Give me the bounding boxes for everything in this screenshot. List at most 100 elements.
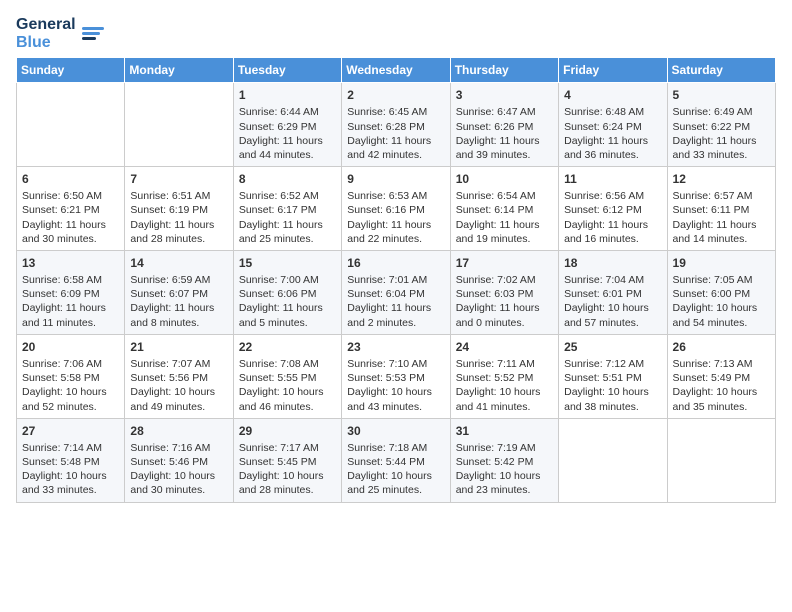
sunset-text: Sunset: 6:22 PM [673,120,770,134]
sunrise-text: Sunrise: 7:18 AM [347,441,444,455]
calendar-cell: 3Sunrise: 6:47 AMSunset: 6:26 PMDaylight… [450,83,558,167]
calendar-day-header: Sunday [17,58,125,83]
daylight-text: Daylight: 11 hours and 2 minutes. [347,301,444,329]
sunset-text: Sunset: 5:58 PM [22,371,119,385]
sunrise-text: Sunrise: 7:17 AM [239,441,336,455]
daylight-text: Daylight: 11 hours and 8 minutes. [130,301,227,329]
calendar-cell: 22Sunrise: 7:08 AMSunset: 5:55 PMDayligh… [233,334,341,418]
daylight-text: Daylight: 11 hours and 22 minutes. [347,218,444,246]
sunset-text: Sunset: 5:55 PM [239,371,336,385]
calendar-cell: 12Sunrise: 6:57 AMSunset: 6:11 PMDayligh… [667,167,775,251]
calendar-cell: 25Sunrise: 7:12 AMSunset: 5:51 PMDayligh… [559,334,667,418]
calendar-cell: 30Sunrise: 7:18 AMSunset: 5:44 PMDayligh… [342,418,450,502]
day-number: 15 [239,255,336,271]
calendar-cell: 23Sunrise: 7:10 AMSunset: 5:53 PMDayligh… [342,334,450,418]
daylight-text: Daylight: 10 hours and 46 minutes. [239,385,336,413]
sunset-text: Sunset: 6:03 PM [456,287,553,301]
sunrise-text: Sunrise: 6:47 AM [456,105,553,119]
daylight-text: Daylight: 10 hours and 43 minutes. [347,385,444,413]
day-number: 9 [347,171,444,187]
daylight-text: Daylight: 11 hours and 33 minutes. [673,134,770,162]
sunrise-text: Sunrise: 7:01 AM [347,273,444,287]
sunrise-text: Sunrise: 7:05 AM [673,273,770,287]
day-number: 10 [456,171,553,187]
logo-text-blue: Blue [16,34,76,52]
day-number: 16 [347,255,444,271]
sunset-text: Sunset: 6:07 PM [130,287,227,301]
calendar-cell: 27Sunrise: 7:14 AMSunset: 5:48 PMDayligh… [17,418,125,502]
calendar-cell [667,418,775,502]
sunset-text: Sunset: 5:46 PM [130,455,227,469]
calendar-cell: 26Sunrise: 7:13 AMSunset: 5:49 PMDayligh… [667,334,775,418]
sunset-text: Sunset: 6:24 PM [564,120,661,134]
calendar-day-header: Wednesday [342,58,450,83]
daylight-text: Daylight: 11 hours and 14 minutes. [673,218,770,246]
daylight-text: Daylight: 10 hours and 52 minutes. [22,385,119,413]
calendar-cell: 7Sunrise: 6:51 AMSunset: 6:19 PMDaylight… [125,167,233,251]
sunrise-text: Sunrise: 7:00 AM [239,273,336,287]
sunrise-text: Sunrise: 7:04 AM [564,273,661,287]
sunrise-text: Sunrise: 7:08 AM [239,357,336,371]
calendar-header-row: SundayMondayTuesdayWednesdayThursdayFrid… [17,58,776,83]
day-number: 17 [456,255,553,271]
sunrise-text: Sunrise: 6:51 AM [130,189,227,203]
calendar-cell: 4Sunrise: 6:48 AMSunset: 6:24 PMDaylight… [559,83,667,167]
daylight-text: Daylight: 10 hours and 35 minutes. [673,385,770,413]
daylight-text: Daylight: 11 hours and 42 minutes. [347,134,444,162]
daylight-text: Daylight: 10 hours and 49 minutes. [130,385,227,413]
sunset-text: Sunset: 5:52 PM [456,371,553,385]
daylight-text: Daylight: 11 hours and 5 minutes. [239,301,336,329]
sunset-text: Sunset: 6:19 PM [130,203,227,217]
daylight-text: Daylight: 10 hours and 41 minutes. [456,385,553,413]
day-number: 7 [130,171,227,187]
sunrise-text: Sunrise: 6:59 AM [130,273,227,287]
daylight-text: Daylight: 11 hours and 16 minutes. [564,218,661,246]
calendar-day-header: Saturday [667,58,775,83]
page: General Blue SundayMondayTuesdayWednesda… [0,0,792,612]
sunset-text: Sunset: 5:44 PM [347,455,444,469]
calendar-cell: 24Sunrise: 7:11 AMSunset: 5:52 PMDayligh… [450,334,558,418]
sunset-text: Sunset: 6:00 PM [673,287,770,301]
day-number: 13 [22,255,119,271]
sunrise-text: Sunrise: 6:50 AM [22,189,119,203]
sunrise-text: Sunrise: 6:54 AM [456,189,553,203]
day-number: 30 [347,423,444,439]
day-number: 14 [130,255,227,271]
calendar-cell: 11Sunrise: 6:56 AMSunset: 6:12 PMDayligh… [559,167,667,251]
sunset-text: Sunset: 6:16 PM [347,203,444,217]
day-number: 18 [564,255,661,271]
calendar-cell: 21Sunrise: 7:07 AMSunset: 5:56 PMDayligh… [125,334,233,418]
sunset-text: Sunset: 5:48 PM [22,455,119,469]
calendar-week-row: 6Sunrise: 6:50 AMSunset: 6:21 PMDaylight… [17,167,776,251]
daylight-text: Daylight: 10 hours and 30 minutes. [130,469,227,497]
sunrise-text: Sunrise: 6:56 AM [564,189,661,203]
day-number: 21 [130,339,227,355]
sunset-text: Sunset: 6:21 PM [22,203,119,217]
calendar-cell [17,83,125,167]
daylight-text: Daylight: 11 hours and 44 minutes. [239,134,336,162]
calendar-week-row: 20Sunrise: 7:06 AMSunset: 5:58 PMDayligh… [17,334,776,418]
sunset-text: Sunset: 6:09 PM [22,287,119,301]
day-number: 8 [239,171,336,187]
sunrise-text: Sunrise: 7:06 AM [22,357,119,371]
calendar-day-header: Friday [559,58,667,83]
day-number: 23 [347,339,444,355]
calendar-cell: 5Sunrise: 6:49 AMSunset: 6:22 PMDaylight… [667,83,775,167]
sunrise-text: Sunrise: 7:02 AM [456,273,553,287]
daylight-text: Daylight: 11 hours and 39 minutes. [456,134,553,162]
sunrise-text: Sunrise: 6:58 AM [22,273,119,287]
daylight-text: Daylight: 11 hours and 30 minutes. [22,218,119,246]
calendar-cell: 20Sunrise: 7:06 AMSunset: 5:58 PMDayligh… [17,334,125,418]
daylight-text: Daylight: 11 hours and 0 minutes. [456,301,553,329]
sunrise-text: Sunrise: 6:52 AM [239,189,336,203]
sunset-text: Sunset: 6:29 PM [239,120,336,134]
day-number: 4 [564,87,661,103]
day-number: 19 [673,255,770,271]
day-number: 1 [239,87,336,103]
sunset-text: Sunset: 6:06 PM [239,287,336,301]
daylight-text: Daylight: 10 hours and 28 minutes. [239,469,336,497]
logo: General Blue [16,16,104,51]
sunset-text: Sunset: 5:53 PM [347,371,444,385]
day-number: 31 [456,423,553,439]
calendar-cell: 6Sunrise: 6:50 AMSunset: 6:21 PMDaylight… [17,167,125,251]
